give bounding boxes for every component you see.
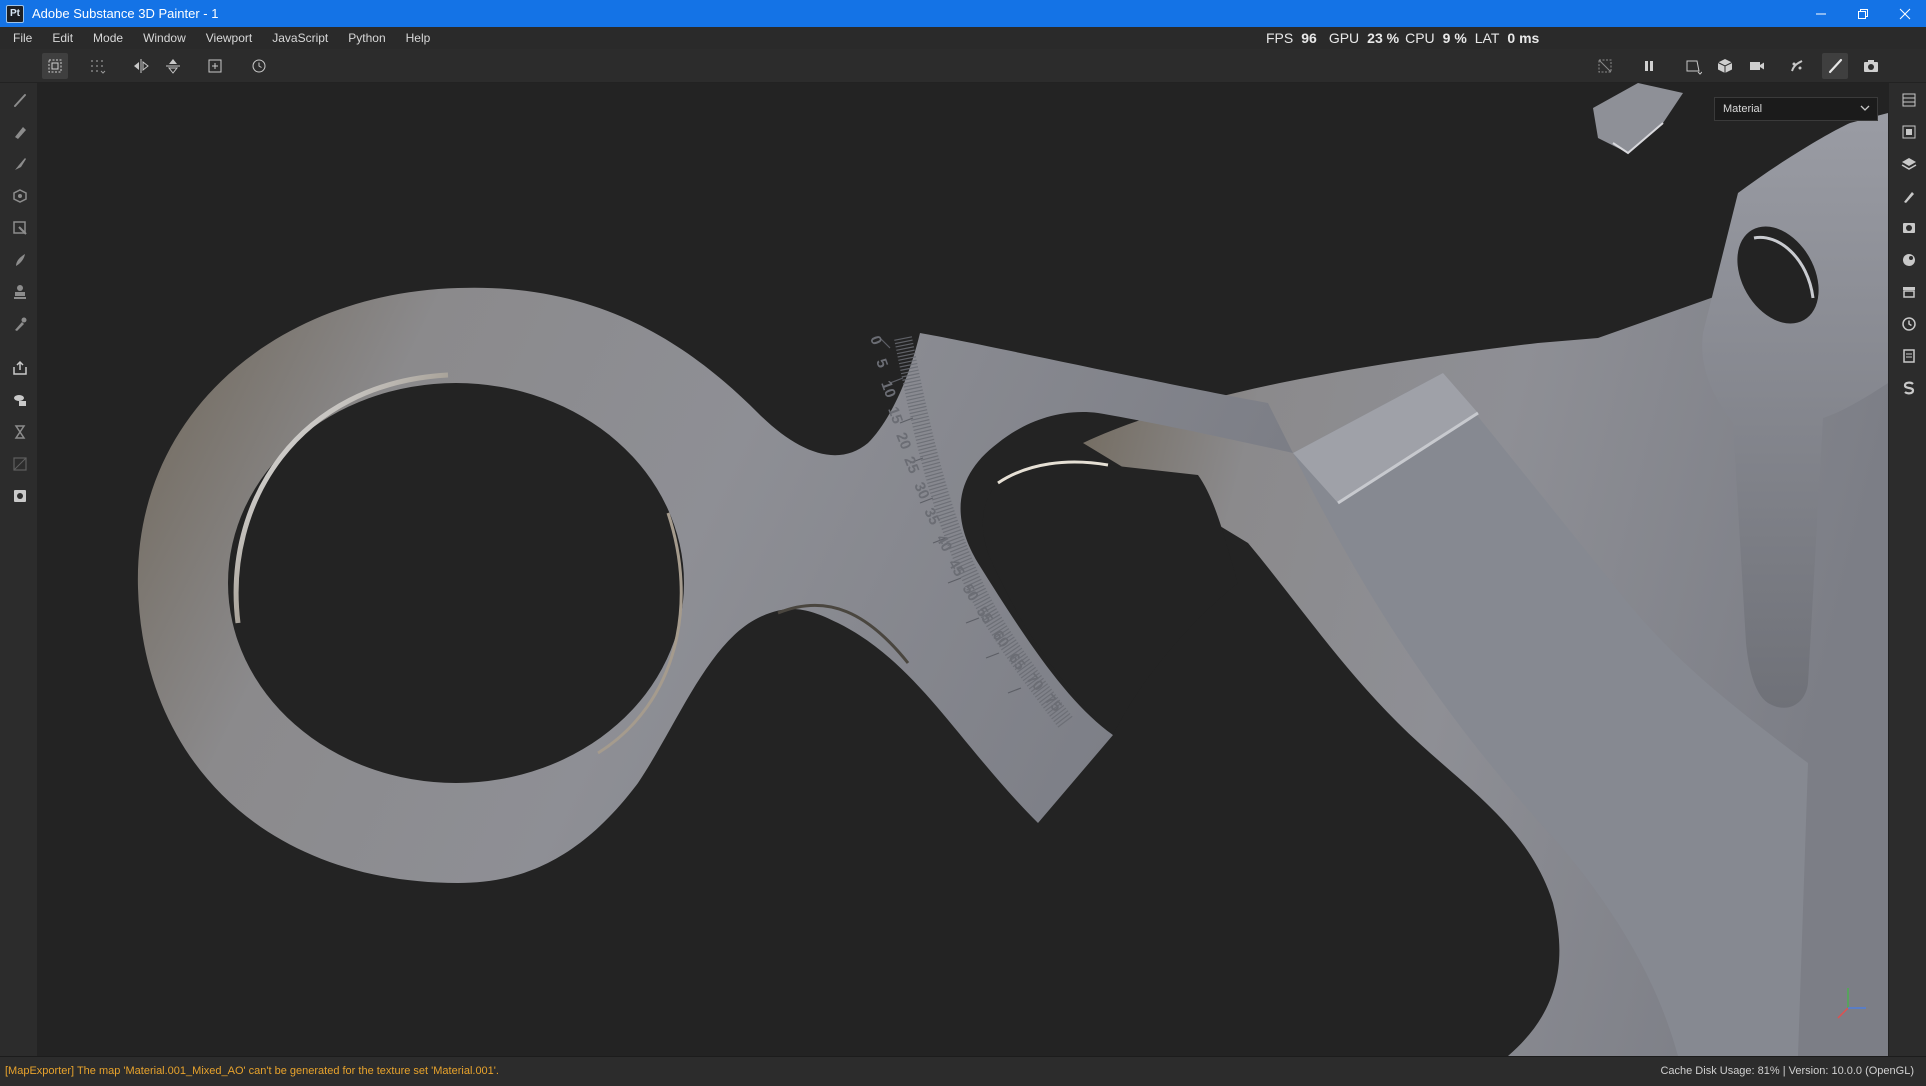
window-title: Adobe Substance 3D Painter - 1 [32,6,219,21]
menu-python[interactable]: Python [338,27,395,49]
fps-label: FPS [1266,30,1294,46]
disabled-icon[interactable] [9,453,31,475]
screenshot-icon[interactable] [1858,53,1884,79]
left-tool-panel [0,83,38,1056]
ui-icon[interactable] [9,485,31,507]
eraser-icon[interactable] [9,121,31,143]
smudge-icon[interactable] [9,249,31,271]
properties-icon[interactable] [1898,185,1920,207]
lat-value: 0 ms [1507,30,1540,46]
close-icon[interactable] [1884,0,1926,27]
camera-icon[interactable] [1744,53,1770,79]
menu-bar: File Edit Mode Window Viewport JavaScrip… [0,27,1926,49]
texture-set-settings-icon[interactable] [1898,121,1920,143]
mirror-x-icon[interactable] [128,53,154,79]
cpu-value: 9 % [1442,30,1467,46]
cache-version-info: Cache Disk Usage: 81% | Version: 10.0.0 … [1660,1065,1914,1077]
ruler-number: 10 [877,379,899,400]
reset-icon[interactable] [246,53,272,79]
gpu-label: GPU [1328,30,1360,46]
selection-mode-icon[interactable] [42,53,68,79]
menu-window[interactable]: Window [133,27,196,49]
shader-settings-icon[interactable] [1898,249,1920,271]
color-picker-icon[interactable] [9,313,31,335]
title-bar: Pt Adobe Substance 3D Painter - 1 [0,0,1926,27]
viewport-mode-dropdown[interactable]: Material [1714,97,1878,121]
chevron-down-icon [1860,105,1870,111]
3d-model-render: 0 5 10 15 20 25 30 35 40 45 50 55 60 65 … [137,83,1888,1056]
menu-edit[interactable]: Edit [42,27,83,49]
projection-icon[interactable] [9,153,31,175]
window-controls [1800,0,1926,27]
display-settings-icon[interactable] [1898,217,1920,239]
add-frame-icon[interactable] [202,53,228,79]
substance-icon[interactable] [1898,377,1920,399]
menu-file[interactable]: File [0,27,42,49]
performance-readout: FPS 96 GPU 23 % CPU 9 % LAT 0 ms [1266,27,1551,49]
viewport-mode-value: Material [1723,103,1763,115]
geometry-fill-icon[interactable] [9,185,31,207]
seed-icon[interactable] [1784,53,1810,79]
paint-brush-icon[interactable] [1822,53,1848,79]
mirror-y-icon[interactable] [160,53,186,79]
main-toolbar [0,49,1926,83]
hide-icon[interactable] [1592,53,1618,79]
layers-icon[interactable] [1898,153,1920,175]
ruler-number: 5 [872,357,891,371]
menu-help[interactable]: Help [396,27,441,49]
cpu-label: CPU [1405,30,1435,46]
polygon-fill-icon[interactable] [9,217,31,239]
menu-mode[interactable]: Mode [83,27,133,49]
assets-icon[interactable] [1898,281,1920,303]
fps-value: 96 [1301,30,1317,46]
status-bar: [MapExporter] The map 'Material.001_Mixe… [0,1056,1926,1086]
menu-javascript[interactable]: JavaScript [262,27,338,49]
ruler-number: 0 [866,334,885,348]
hourglass-icon[interactable] [9,421,31,443]
lat-label: LAT [1474,30,1500,46]
paint-icon[interactable] [9,89,31,111]
restore-icon[interactable] [1842,0,1884,27]
clone-icon[interactable] [9,281,31,303]
history-icon[interactable] [1898,313,1920,335]
symmetry-dots-icon[interactable] [84,53,110,79]
export-icon[interactable] [9,357,31,379]
right-panel-dock [1888,83,1926,1056]
cube-icon[interactable] [1712,53,1738,79]
gpu-value: 23 % [1367,30,1400,46]
3d-viewport[interactable]: 0 5 10 15 20 25 30 35 40 45 50 55 60 65 … [38,83,1888,1056]
viewport-display-icon[interactable] [1680,53,1706,79]
pause-icon[interactable] [1636,53,1662,79]
menu-viewport[interactable]: Viewport [196,27,262,49]
texture-set-list-icon[interactable] [1898,89,1920,111]
bake-icon[interactable] [9,389,31,411]
log-icon[interactable] [1898,345,1920,367]
app-logo-icon: Pt [6,4,24,23]
status-warning-message[interactable]: [MapExporter] The map 'Material.001_Mixe… [5,1065,499,1077]
minimize-icon[interactable] [1800,0,1842,27]
